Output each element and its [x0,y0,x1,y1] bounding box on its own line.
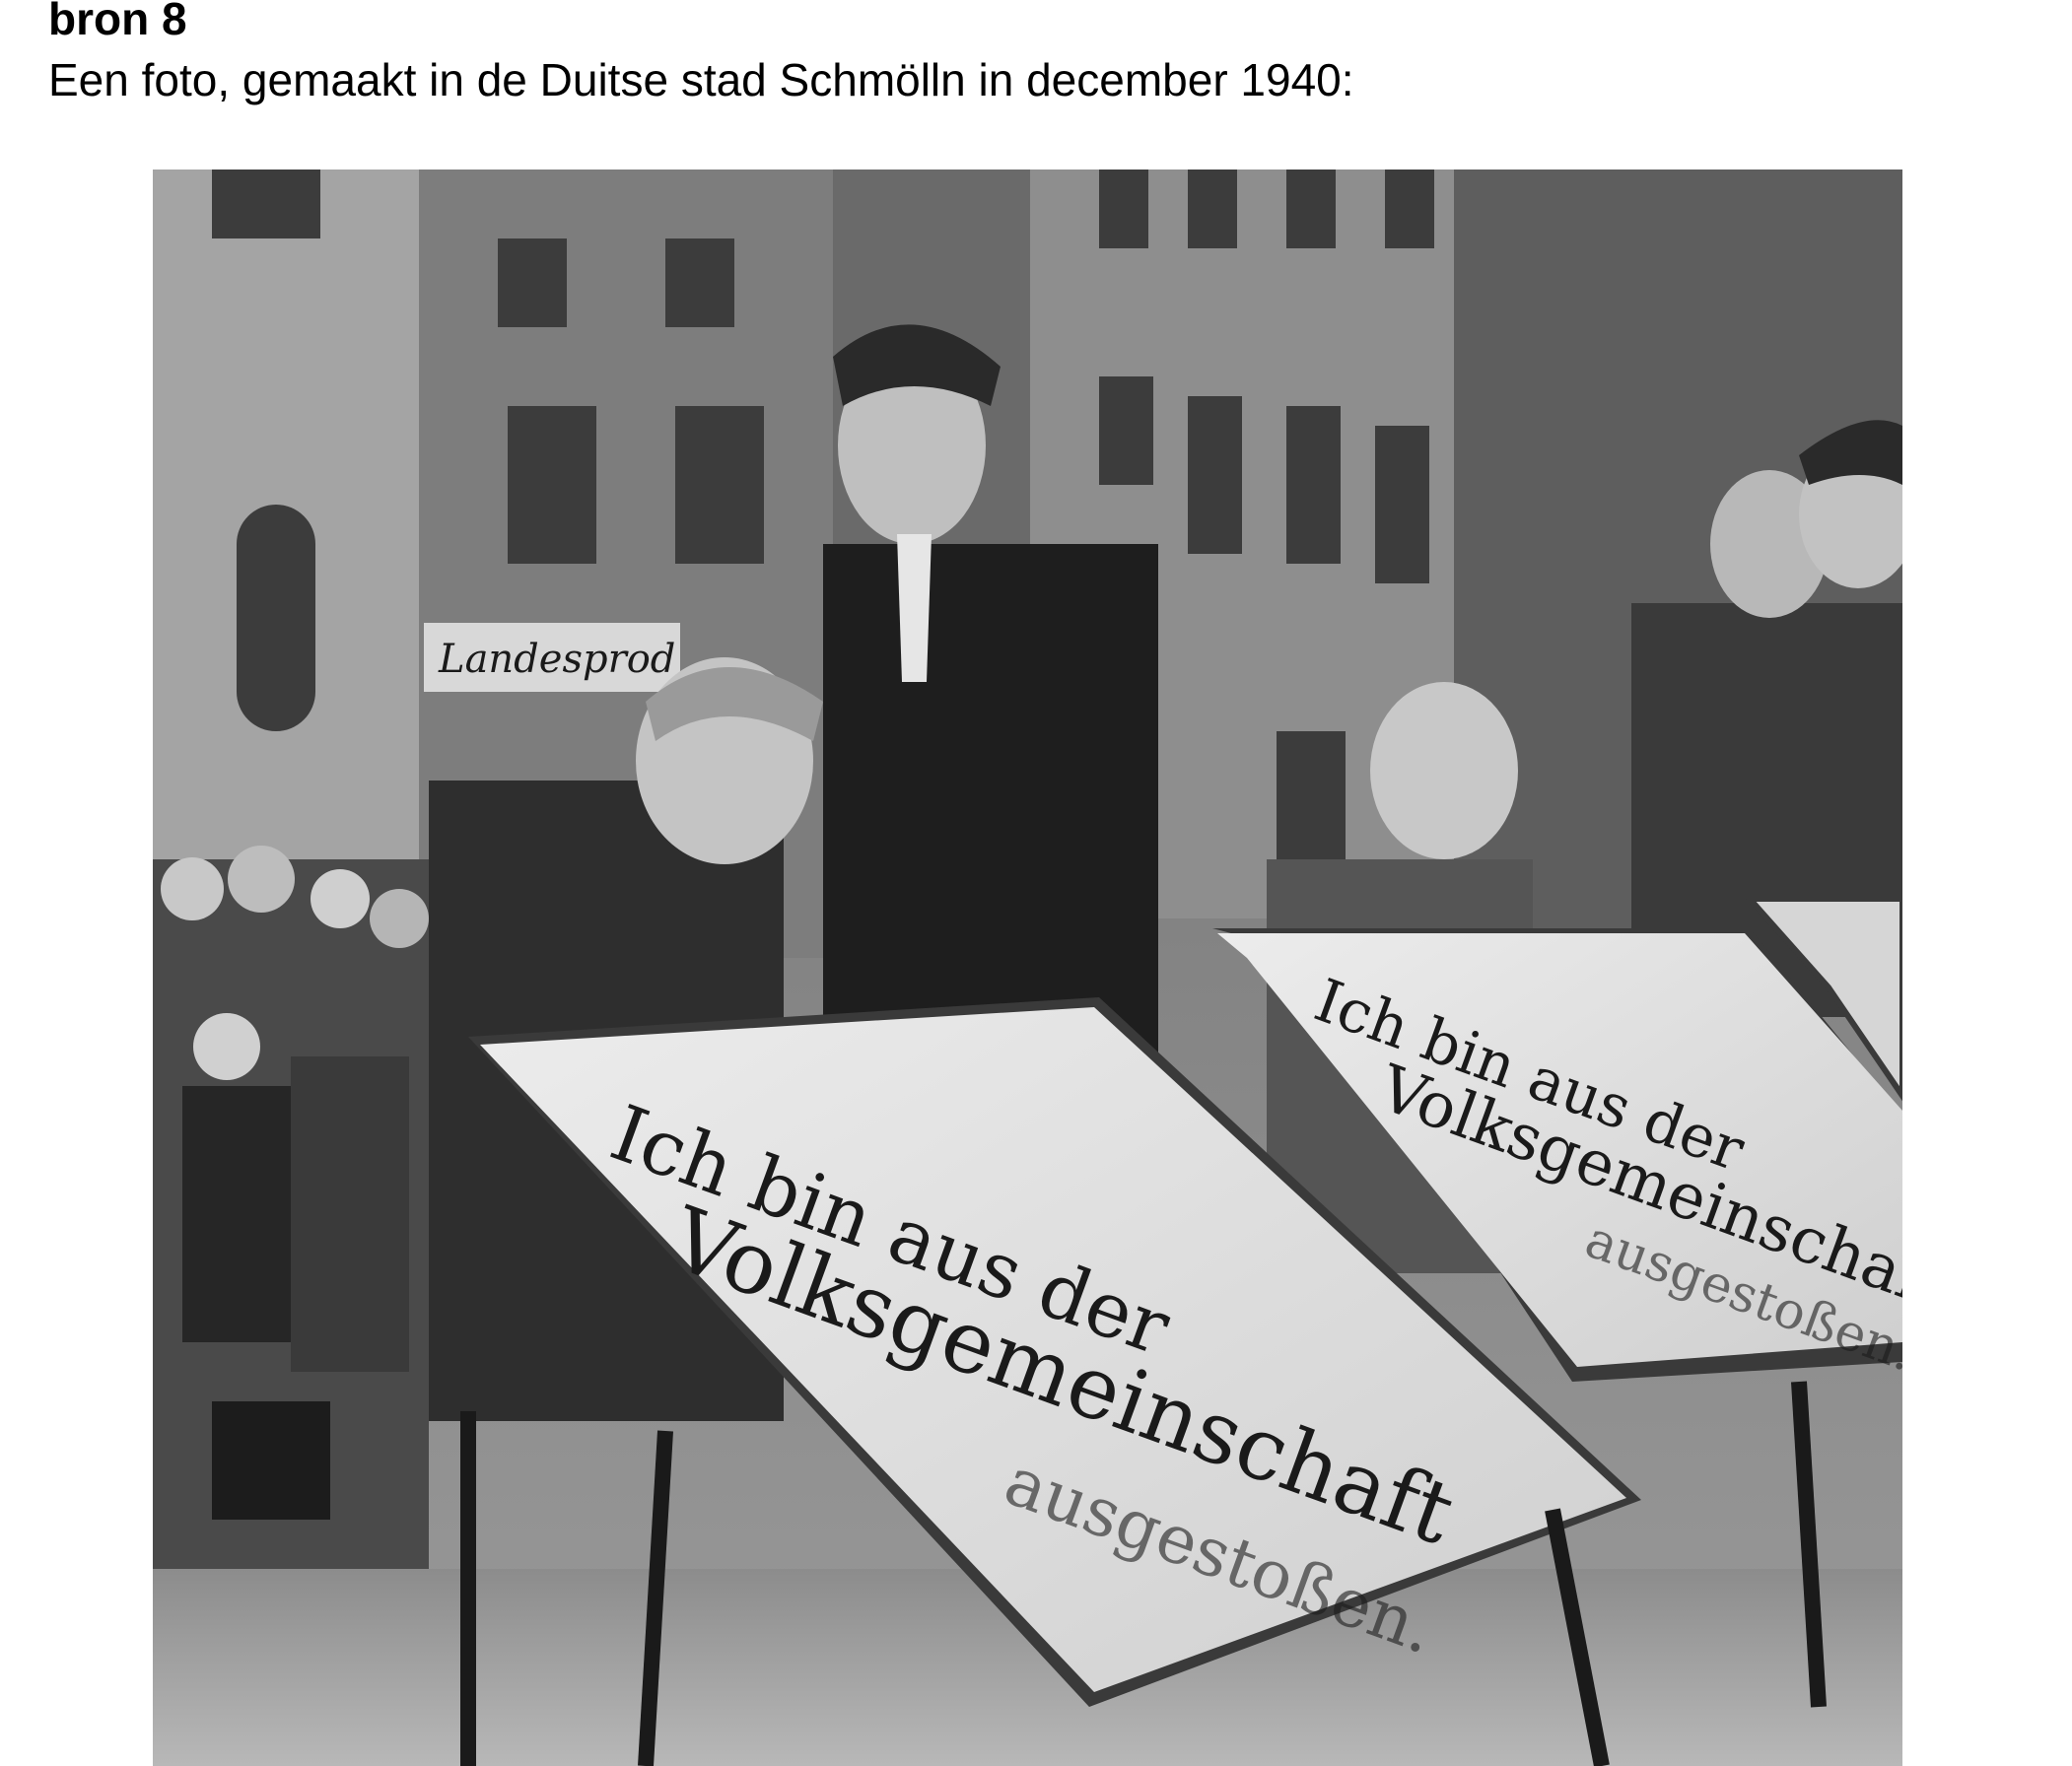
source-label: bron 8 [48,0,187,44]
historical-photo: Landesprod Ich bin aus der Volksgemeinsc… [153,170,1902,1766]
source-caption: Een foto, gemaakt in de Duitse stad Schm… [48,54,1354,105]
shop-sign-text: Landesprod [438,637,675,682]
photo-scene: Landesprod Ich bin aus der Volksgemeinsc… [153,170,1902,1766]
crowd [153,846,429,1569]
